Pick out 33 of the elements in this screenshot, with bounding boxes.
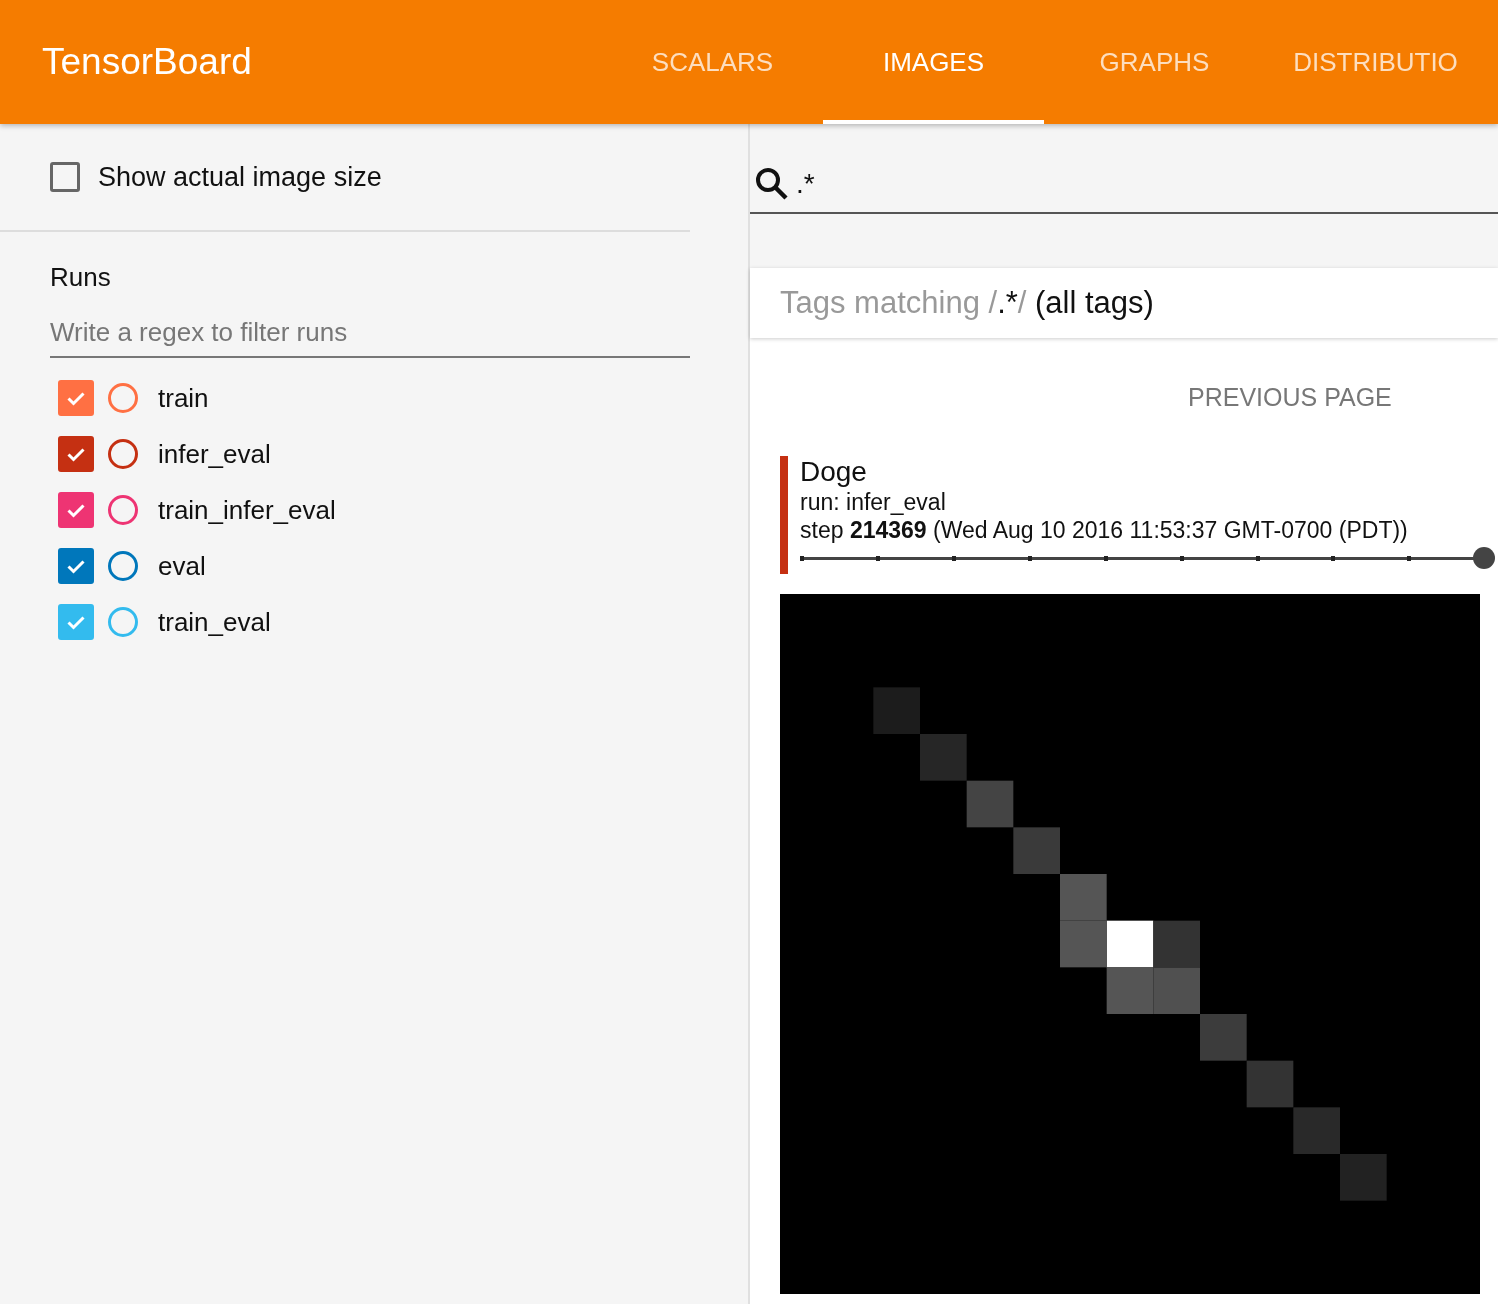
run-checkbox[interactable] [58, 492, 94, 528]
checkbox-label: Show actual image size [98, 161, 382, 193]
search-field[interactable]: .* [750, 160, 1498, 214]
radio-button[interactable] [108, 495, 138, 525]
nav-tab[interactable]: SCALARS [602, 0, 823, 124]
app-title: TensorBoard [42, 41, 253, 83]
radio-button[interactable] [108, 551, 138, 581]
run-name: train [158, 382, 209, 414]
run-name: train_infer_eval [158, 494, 336, 526]
runs-heading: Runs [50, 262, 112, 293]
step-label: step 214369 (Wed Aug 10 2016 11:53:37 GMT-0700 (PDT)) [800, 516, 1409, 544]
image-title: Doge [800, 456, 868, 488]
previous-page-button[interactable]: PREVIOUS PAGE [1186, 378, 1394, 416]
slider-handle[interactable] [1473, 547, 1495, 569]
radio-button[interactable] [108, 383, 138, 413]
run-checkbox[interactable] [58, 548, 94, 584]
filter-field[interactable]: Write a regex to filter runs [50, 317, 690, 358]
step-slider[interactable] [800, 546, 1495, 570]
search-icon [754, 166, 790, 202]
checkbox[interactable] [50, 162, 80, 192]
run-label: run: infer_eval [800, 488, 947, 516]
nav-tab[interactable]: IMAGES [823, 0, 1044, 124]
radio-button[interactable] [108, 439, 138, 469]
run-name: eval [158, 550, 206, 582]
tags-heading: Tags matching /.*/ (all tags) [780, 285, 1154, 321]
nav-tab[interactable]: DISTRIBUTIO [1265, 0, 1486, 124]
run-name: infer_eval [158, 438, 271, 470]
run-name: train_eval [158, 606, 271, 638]
run-checkbox[interactable] [58, 380, 94, 416]
run-checkbox[interactable] [58, 604, 94, 640]
run-checkbox[interactable] [58, 436, 94, 472]
radio-button[interactable] [108, 607, 138, 637]
nav-tab[interactable]: GRAPHS [1044, 0, 1265, 124]
